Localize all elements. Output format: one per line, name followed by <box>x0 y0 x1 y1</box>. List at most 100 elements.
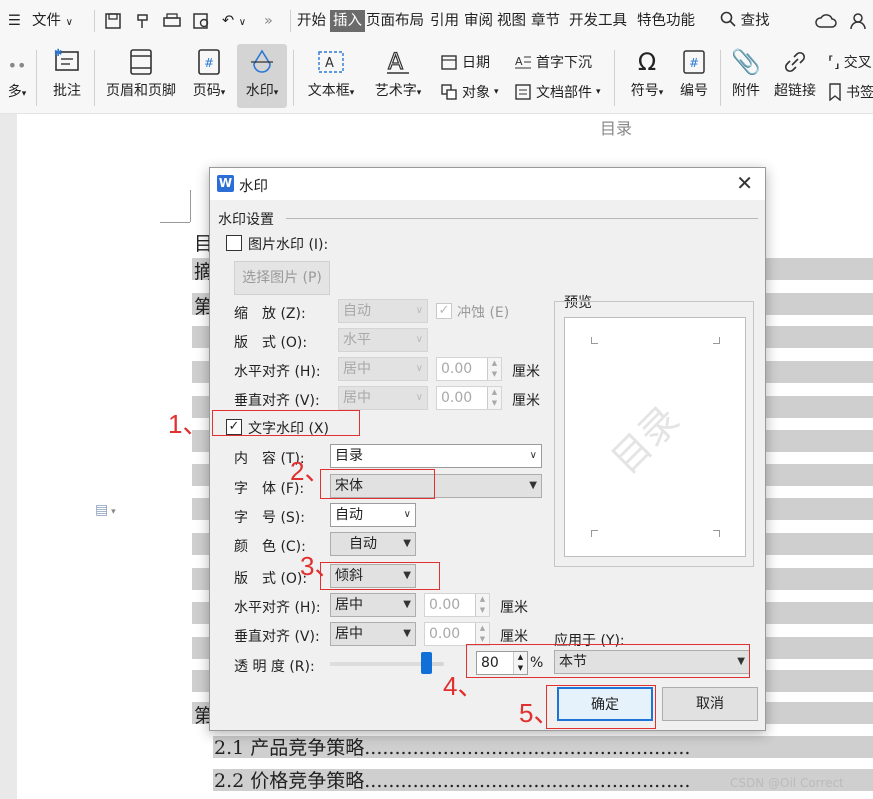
cancel-button[interactable]: 取消 <box>662 687 758 721</box>
picture-watermark-checkbox[interactable] <box>226 235 242 251</box>
v-offset-pic-spinner[interactable]: 0.00 ▲ ▼ <box>436 386 502 410</box>
watermark-label: 水印 <box>245 83 274 99</box>
object-button[interactable]: 对象 ▾ <box>440 82 499 102</box>
size-select[interactable]: 自动 ∨ <box>330 503 416 527</box>
unit-label: 厘米 <box>512 393 540 409</box>
toc-entry-2-1[interactable]: 2.1 产品竞争策略..............................… <box>214 733 690 760</box>
preview-page: 目录 <box>564 317 746 557</box>
doc-parts-icon <box>515 84 531 100</box>
doc-parts-button[interactable]: 文档部件 ▾ <box>514 82 601 102</box>
corner-mark <box>591 530 598 537</box>
annotation-box-4 <box>466 644 750 678</box>
numbering-button[interactable]: # 编号 <box>676 48 712 100</box>
link-icon <box>784 51 806 73</box>
art-text-button[interactable]: A 艺术字▾ <box>369 48 427 100</box>
page-number-icon: # <box>198 49 220 75</box>
object-label: 对象 <box>462 85 490 101</box>
more-label: 多 <box>7 84 22 100</box>
spin-arrows-icon[interactable]: ▲ ▼ <box>475 594 489 616</box>
more-button[interactable]: •• 多▾ <box>4 56 30 101</box>
format-painter-icon[interactable] <box>134 0 152 42</box>
cross-ref-button[interactable]: ⸢⸥ 交叉 <box>828 52 872 72</box>
tab-view[interactable]: 视图 <box>497 0 526 42</box>
close-icon[interactable]: ✕ <box>736 171 753 195</box>
print-icon[interactable] <box>162 0 182 42</box>
comment-button[interactable]: ✱ 批注 <box>46 48 88 100</box>
hyperlink-button[interactable]: 超链接 <box>770 48 820 100</box>
page-number-button[interactable]: # 页码▾ <box>188 48 230 100</box>
unit-label: 厘米 <box>500 629 528 645</box>
scale-value: 自动 <box>343 303 371 319</box>
attachment-label: 附件 <box>732 83 760 99</box>
hamburger-menu-icon[interactable]: ☰ <box>8 0 21 42</box>
tab-page-layout[interactable]: 页面布局 <box>366 0 424 42</box>
v-align-select-pic[interactable]: 居中 ∨ <box>338 386 428 410</box>
h-align-select[interactable]: 居中 ▼ <box>330 593 416 617</box>
color-value: 自动 <box>349 536 377 552</box>
layout-select-pic[interactable]: 水平 ∨ <box>338 328 428 352</box>
h-offset-pic-spinner[interactable]: 0.00 ▲ ▼ <box>436 357 502 381</box>
transparency-slider[interactable] <box>330 652 444 674</box>
annotation-1: 1、 <box>168 409 209 439</box>
v-align-value-pic: 居中 <box>343 390 371 406</box>
washout-label: 冲蚀 (E) <box>457 305 510 321</box>
tab-chapter[interactable]: 章节 <box>531 0 560 42</box>
drop-cap-icon: A <box>515 55 531 69</box>
search-label: 查找 <box>740 13 770 29</box>
textbox-button[interactable]: A 文本框▾ <box>302 48 360 100</box>
annotation-box-5 <box>546 685 656 729</box>
washout-checkbox[interactable]: ✓ <box>436 303 452 319</box>
save-icon[interactable] <box>104 0 122 42</box>
v-align-select[interactable]: 居中 ▼ <box>330 622 416 646</box>
separator <box>614 50 615 106</box>
header-text: 目录 <box>600 119 633 138</box>
print-preview-icon[interactable] <box>192 0 212 42</box>
v-offset-spinner[interactable]: 0.00 ▲ ▼ <box>424 622 490 646</box>
svg-text:A: A <box>325 56 334 71</box>
watermark-button[interactable]: 水印▾ <box>237 44 287 108</box>
toc-entry-2-2[interactable]: 2.2 价格竞争策略..............................… <box>214 766 690 793</box>
dialog-titlebar[interactable]: W 水印 ✕ <box>210 168 765 200</box>
spin-arrows-icon[interactable]: ▲ ▼ <box>487 387 501 409</box>
tab-features[interactable]: 特色功能 <box>637 0 695 42</box>
share-user-icon[interactable] <box>850 0 870 42</box>
bookmark-button[interactable]: 书签 <box>828 82 873 102</box>
drop-cap-button[interactable]: A 首字下沉 <box>514 52 592 72</box>
file-menu-label: 文件 <box>32 13 61 29</box>
select-picture-button[interactable]: 选择图片 (P) <box>234 261 330 295</box>
spin-arrows-icon[interactable]: ▲ ▼ <box>487 358 501 380</box>
spin-arrows-icon[interactable]: ▲ ▼ <box>475 623 489 645</box>
transparency-slider-thumb[interactable] <box>421 652 433 674</box>
scale-select[interactable]: 自动 ∨ <box>338 299 428 323</box>
paragraph-layout-icon[interactable]: ▤ ▾ <box>95 502 116 518</box>
undo-icon[interactable]: ↶ ∨ <box>222 0 246 42</box>
tab-review[interactable]: 审阅 <box>464 0 493 42</box>
transparency-label: 透 明 度 (R): <box>234 659 315 675</box>
transparency-slider-fill <box>330 662 422 666</box>
menu-bar: ☰ 文件 ∨ ↶ ∨ » 开始 插入 页面布局 引用 审阅 视图 章节 开发工具… <box>0 0 873 42</box>
more-icon[interactable]: » <box>264 0 273 42</box>
header-footer-label: 页眉和页脚 <box>106 83 176 99</box>
tab-insert[interactable]: 插入 <box>330 10 365 32</box>
separator <box>94 50 95 106</box>
search-button[interactable]: 查找 <box>720 0 770 42</box>
color-select[interactable]: 自动 ▼ <box>330 532 416 556</box>
annotation-box-1 <box>212 410 360 436</box>
file-menu[interactable]: 文件 ∨ <box>32 0 73 42</box>
hyperlink-label: 超链接 <box>774 83 816 99</box>
h-align-select-pic[interactable]: 居中 ∨ <box>338 357 428 381</box>
art-text-label: 艺术字 <box>374 83 417 99</box>
symbol-button[interactable]: Ω 符号▾ <box>624 48 670 100</box>
header-footer-button[interactable]: 页眉和页脚 <box>101 48 181 100</box>
content-input[interactable]: 目录 ∨ <box>330 444 542 468</box>
cloud-icon[interactable] <box>815 0 837 42</box>
date-button[interactable]: 日期 <box>440 52 490 72</box>
attachment-button[interactable]: 📎 附件 <box>726 48 766 100</box>
v-offset-value: 0.00 <box>429 626 461 642</box>
tab-references[interactable]: 引用 <box>430 0 459 42</box>
bookmark-label: 书签 <box>846 85 873 101</box>
h-align-label: 水平对齐 (H): <box>234 600 321 616</box>
tab-developer[interactable]: 开发工具 <box>569 0 627 42</box>
tab-home[interactable]: 开始 <box>297 0 326 42</box>
h-offset-spinner[interactable]: 0.00 ▲ ▼ <box>424 593 490 617</box>
